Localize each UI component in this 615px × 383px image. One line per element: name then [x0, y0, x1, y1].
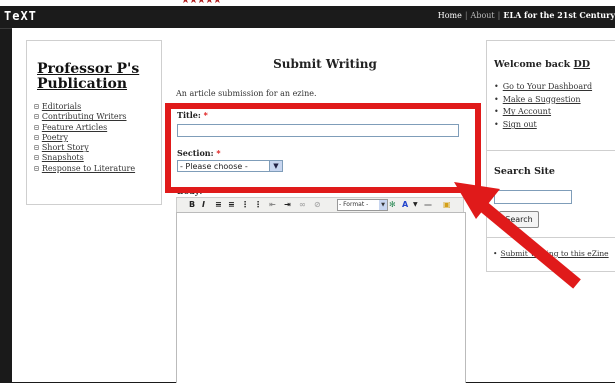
category-link[interactable]: Response to Literature	[42, 164, 135, 173]
collapse-box-icon: ⊟	[34, 132, 39, 142]
account-link-item[interactable]: Make a Suggestion	[494, 94, 592, 107]
top-nav: Home | About | ELA for the 21st Century	[438, 10, 615, 20]
format-select-value: - Format -	[339, 201, 369, 208]
category-item[interactable]: ⊟ Snapshots	[34, 153, 135, 163]
account-link-item[interactable]: Sign out	[494, 119, 592, 132]
ordered-list-icon[interactable]: ⋮	[254, 199, 262, 210]
search-button[interactable]: Search	[499, 211, 539, 228]
collapse-box-icon: ⊟	[34, 122, 39, 132]
welcome-prefix: Welcome back	[494, 59, 574, 70]
suggestion-link[interactable]: Make a Suggestion	[503, 95, 581, 104]
collapse-box-icon: ⊟	[34, 143, 39, 153]
category-item[interactable]: ⊟ Contributing Writers	[34, 112, 135, 122]
account-link-item[interactable]: Go to Your Dashboard	[494, 81, 592, 94]
outdent-icon[interactable]: ⇤	[269, 199, 276, 210]
submit-writing-link[interactable]: Submit Writing to this eZine	[500, 249, 608, 258]
collapse-box-icon: ⊟	[34, 163, 39, 173]
nav-separator: |	[497, 11, 501, 20]
chevron-down-icon[interactable]: ▼	[379, 200, 387, 210]
form-intro: An article submission for an ezine.	[176, 89, 317, 98]
bold-button[interactable]: B	[189, 199, 195, 210]
welcome-title: Welcome back DD	[494, 59, 590, 70]
collapse-box-icon: ⊟	[34, 102, 39, 111]
category-link[interactable]: Short Story	[42, 143, 89, 152]
editor-toolbar: B I ≡ ≡ ⋮ ⋮ ⇤ ⇥ ∞ ⊘ - Format - ▼ ✻ A ▼ — …	[176, 197, 464, 213]
collapse-box-icon: ⊟	[34, 153, 39, 163]
category-list: ⊟ Editorials ⊟ Contributing Writers ⊟ Featu…	[34, 102, 135, 174]
account-link-item[interactable]: My Account	[494, 106, 592, 119]
search-title: Search Site	[494, 166, 555, 177]
highlight-rectangle	[165, 103, 481, 193]
image-icon[interactable]: ▣	[443, 199, 451, 210]
submit-writing-item: Submit Writing to this eZine	[493, 249, 608, 258]
align-center-icon[interactable]: ≡	[228, 199, 235, 210]
link-icon[interactable]: ∞	[299, 199, 306, 210]
collapse-box-icon: ⊟	[34, 112, 39, 122]
horizontal-rule-icon[interactable]: —	[424, 199, 432, 210]
unordered-list-icon[interactable]: ⋮	[241, 199, 249, 210]
text-color-icon[interactable]: A	[402, 199, 408, 210]
my-account-link[interactable]: My Account	[503, 107, 551, 116]
category-item[interactable]: ⊟ Response to Literature	[34, 164, 135, 174]
indent-icon[interactable]: ⇥	[284, 199, 291, 210]
category-link[interactable]: Editorials	[42, 102, 81, 111]
category-item[interactable]: ⊟ Poetry	[34, 133, 135, 143]
nav-home-link[interactable]: Home	[438, 11, 462, 20]
unlink-icon[interactable]: ⊘	[314, 199, 321, 210]
brand-logo[interactable]: TeXT	[4, 9, 37, 23]
category-link[interactable]: Contributing Writers	[42, 112, 127, 121]
account-links: Go to Your Dashboard Make a Suggestion M…	[494, 81, 592, 132]
search-input[interactable]	[494, 190, 572, 204]
align-left-icon[interactable]: ≡	[215, 199, 222, 210]
category-link[interactable]: Snapshots	[42, 153, 84, 162]
clean-format-icon[interactable]: ✻	[389, 199, 396, 210]
category-link[interactable]: Feature Articles	[42, 123, 107, 132]
dashboard-link[interactable]: Go to Your Dashboard	[503, 82, 592, 91]
sign-out-link[interactable]: Sign out	[503, 120, 537, 129]
chevron-down-icon[interactable]: ▼	[413, 199, 418, 210]
publication-title[interactable]: Professor P's Publication	[37, 62, 157, 92]
category-item[interactable]: ⊟ Feature Articles	[34, 123, 135, 133]
format-select[interactable]: - Format - ▼	[337, 199, 388, 211]
italic-button[interactable]: I	[202, 199, 205, 210]
category-item[interactable]: ⊟ Short Story	[34, 143, 135, 153]
nav-about-link[interactable]: About	[471, 11, 495, 20]
nav-separator: |	[464, 11, 468, 20]
category-link[interactable]: Poetry	[42, 133, 68, 142]
nav-ela-link[interactable]: ELA for the 21st Century	[503, 10, 615, 20]
page-title: Submit Writing	[273, 57, 377, 71]
username-link[interactable]: DD	[574, 59, 590, 70]
category-item[interactable]: ⊟ Editorials	[34, 102, 135, 112]
body-editor[interactable]	[176, 212, 466, 383]
